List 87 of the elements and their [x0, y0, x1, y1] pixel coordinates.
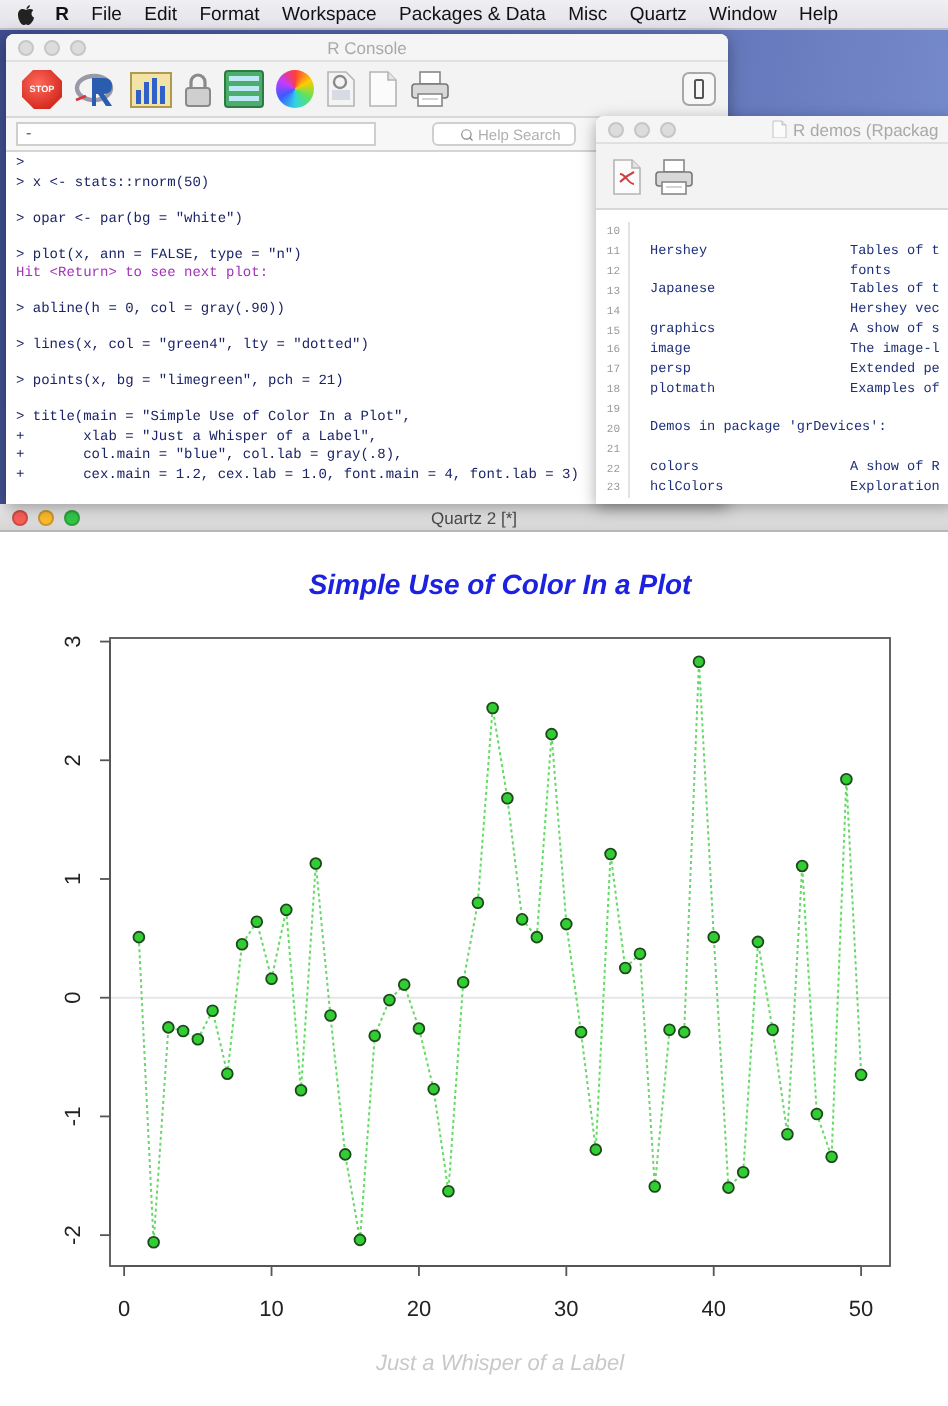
- document-icon[interactable]: [612, 157, 642, 195]
- tick-label: 30: [554, 1298, 579, 1322]
- minimize-button[interactable]: [38, 509, 54, 525]
- menu-item[interactable]: Help: [787, 3, 850, 25]
- tick-label: 50: [848, 1298, 874, 1322]
- data-point: [324, 1009, 337, 1022]
- data-point: [604, 847, 617, 861]
- printer-icon[interactable]: [410, 70, 450, 108]
- zoom-button[interactable]: [660, 121, 676, 137]
- printer-icon[interactable]: [654, 157, 694, 195]
- data-point: [265, 972, 278, 985]
- tick-label: -2: [62, 1225, 86, 1245]
- data-point: [825, 1150, 838, 1164]
- data-point: [280, 903, 293, 917]
- lock-icon[interactable]: [184, 71, 212, 107]
- close-button[interactable]: [18, 39, 34, 55]
- data-point: [501, 791, 514, 805]
- bar-chart-icon[interactable]: [130, 71, 172, 107]
- menu-item[interactable]: Workspace: [270, 3, 388, 25]
- tick-label: 10: [259, 1298, 284, 1322]
- data-point: [427, 1082, 440, 1096]
- tick-label: 0: [118, 1298, 131, 1322]
- data-point: [486, 701, 499, 715]
- menu-item[interactable]: R: [44, 3, 81, 25]
- data-point: [206, 1004, 219, 1018]
- tick-label: 40: [701, 1298, 726, 1322]
- tick-label: 3: [62, 635, 86, 648]
- menu-item[interactable]: Packages & Data: [387, 3, 558, 25]
- data-point: [810, 1107, 824, 1121]
- chart-title: Simple Use of Color In a Plot: [308, 568, 692, 600]
- data-point: [221, 1067, 234, 1080]
- data-point: [235, 938, 249, 951]
- list-icon[interactable]: [224, 70, 264, 108]
- tick-label: -1: [62, 1106, 86, 1127]
- data-point: [648, 1180, 662, 1193]
- logo-icon[interactable]: [74, 69, 118, 109]
- data-point: [781, 1127, 794, 1141]
- data-point: [854, 1068, 868, 1082]
- data-point: [456, 975, 470, 989]
- data-point: [412, 1022, 426, 1035]
- menu-item[interactable]: Window: [697, 3, 788, 25]
- window-title: Quartz 2 [*]: [431, 507, 517, 527]
- data-point: [530, 930, 544, 944]
- tick-label: 2: [62, 754, 86, 767]
- minimize-button[interactable]: [634, 121, 650, 137]
- data-point: [338, 1148, 352, 1161]
- data-point: [766, 1023, 779, 1037]
- search-icon: [460, 127, 474, 141]
- data-point: [471, 896, 485, 910]
- data-point: [840, 772, 853, 786]
- zoom-button[interactable]: [70, 39, 86, 55]
- data-point: [545, 727, 558, 741]
- zoom-button[interactable]: [64, 509, 80, 525]
- menu-item[interactable]: Misc: [557, 3, 619, 25]
- data-point: [132, 930, 146, 944]
- menu-item[interactable]: Edit: [133, 3, 189, 25]
- tick-label: 1: [62, 872, 86, 886]
- data-point: [442, 1184, 455, 1198]
- menu-item[interactable]: Quartz: [618, 3, 698, 25]
- data-point: [707, 930, 720, 944]
- window-title: R Console: [327, 37, 407, 57]
- data-point: [589, 1143, 603, 1156]
- data-point: [795, 859, 809, 873]
- data-point: [751, 935, 765, 949]
- page-icon[interactable]: [326, 70, 356, 108]
- panel-icon[interactable]: [682, 72, 716, 106]
- data-point: [353, 1233, 367, 1247]
- history-field[interactable]: -: [16, 122, 376, 146]
- close-button[interactable]: [608, 121, 624, 137]
- data-point: [515, 913, 529, 926]
- tick-label: 0: [62, 991, 86, 1004]
- data-point: [294, 1084, 308, 1097]
- tick-label: 20: [406, 1298, 432, 1322]
- data-point: [250, 915, 264, 929]
- minimize-button[interactable]: [44, 39, 60, 55]
- menu-item[interactable]: Format: [188, 3, 271, 25]
- menu-item[interactable]: File: [80, 3, 134, 25]
- apple-icon[interactable]: [16, 3, 36, 25]
- window-title: R demos (Rpackag: [793, 119, 939, 139]
- data-point: [574, 1025, 588, 1039]
- data-point: [368, 1029, 381, 1042]
- data-point: [309, 857, 323, 870]
- color-wheel-icon[interactable]: [276, 70, 314, 108]
- data-point: [692, 655, 706, 669]
- data-point: [560, 917, 573, 931]
- close-button[interactable]: [12, 509, 28, 525]
- data-point: [147, 1235, 160, 1249]
